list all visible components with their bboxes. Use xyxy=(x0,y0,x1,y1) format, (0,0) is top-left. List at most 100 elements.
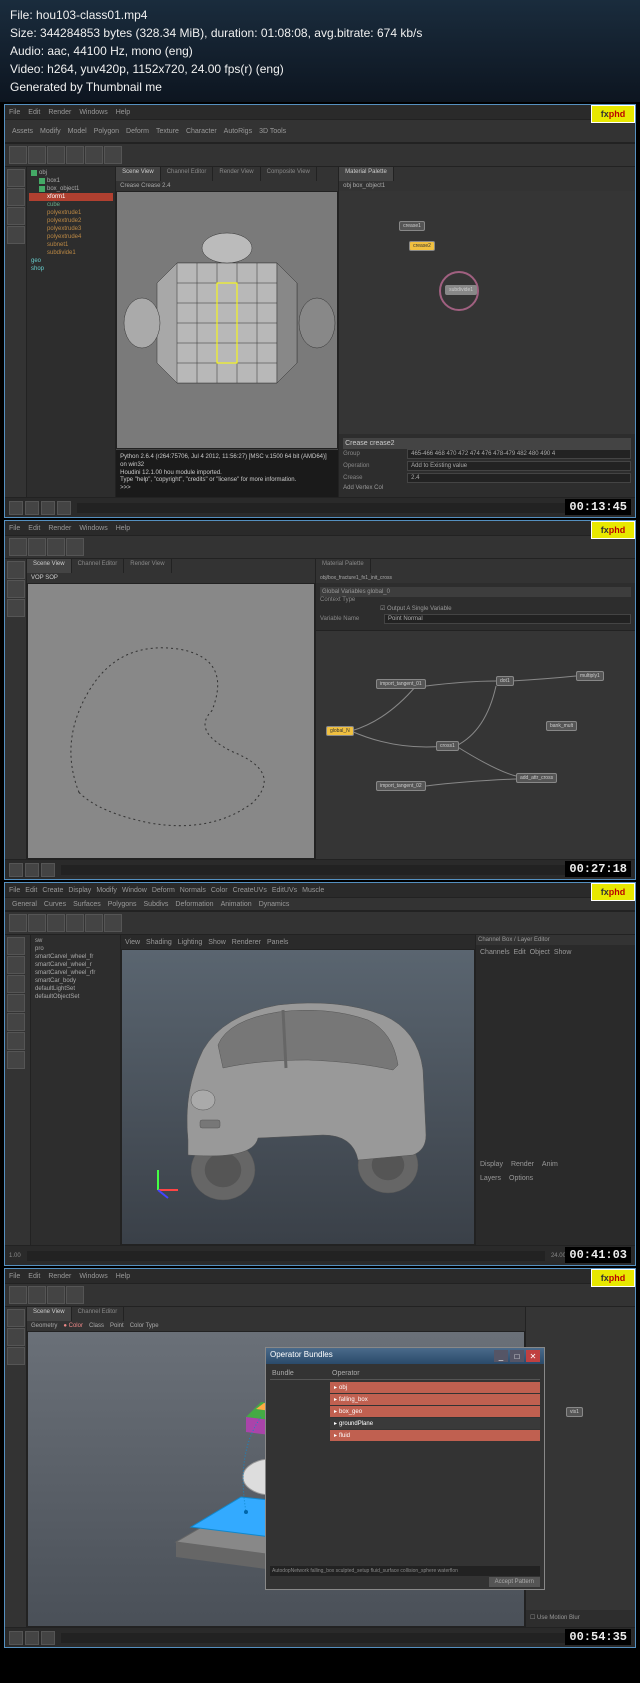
timestamp: 00:41:03 xyxy=(565,1247,631,1263)
node[interactable]: import_tangent_02 xyxy=(376,781,426,791)
node-selected[interactable]: crease2 xyxy=(409,241,435,251)
node[interactable]: dot1 xyxy=(496,676,514,686)
fxphd-logo: fxphd xyxy=(591,883,635,901)
crease-input[interactable]: 2.4 xyxy=(407,473,631,483)
node[interactable]: cross1 xyxy=(436,741,459,751)
node[interactable]: add_attr_cross xyxy=(516,773,557,783)
breadcrumb[interactable]: obj/box_fracture1_fx1_init_cross xyxy=(316,573,635,583)
tree-item: box_object1 xyxy=(29,185,113,193)
screenshot-3: fxphd FileEditCreateDisplayModifyWindowD… xyxy=(4,882,636,1266)
left-toolbar[interactable] xyxy=(5,1307,27,1627)
scene-tree[interactable]: obj box1 box_object1 xform1 cube polyext… xyxy=(27,167,116,497)
maya-shelf-tabs[interactable]: GeneralCurvesSurfacesPolygonsSubdivsDefo… xyxy=(5,897,635,911)
shelf-icons[interactable] xyxy=(5,143,635,167)
tab-composite[interactable]: Composite View xyxy=(261,167,317,181)
outliner-item: smartCarvel_wheel_r xyxy=(33,961,118,969)
tree-item-selected: xform1 xyxy=(29,193,113,201)
play-prev-icon[interactable] xyxy=(25,501,39,515)
play-first-icon[interactable] xyxy=(9,501,23,515)
maya-menubar[interactable]: FileEditCreateDisplayModifyWindowDeformN… xyxy=(5,883,635,897)
menu-help[interactable]: Help xyxy=(116,109,130,116)
select-icon[interactable] xyxy=(7,169,25,187)
geometry-tab[interactable]: Geometry xyxy=(31,1323,57,1329)
tree-item: obj xyxy=(29,169,113,177)
menu-edit[interactable]: Edit xyxy=(28,109,40,116)
group-input[interactable]: 465-466 468 470 472 474 476 478-479 482 … xyxy=(407,449,631,459)
bundle-item: ▸groundPlane xyxy=(330,1418,540,1429)
maya-timeline[interactable]: 1.00 24.00 48.00 xyxy=(5,1245,635,1265)
python-console[interactable]: Python 2.6.4 (r264:75706, Jul 4 2012, 11… xyxy=(116,449,338,497)
3d-viewport[interactable] xyxy=(27,583,315,859)
tree-item: polyextrude1 xyxy=(29,209,113,217)
accept-button[interactable]: Accept Pattern xyxy=(489,1577,540,1587)
close-icon[interactable]: ✕ xyxy=(526,1350,540,1362)
node[interactable]: bank_mult xyxy=(546,721,577,731)
node[interactable]: subdivide1 xyxy=(445,285,477,295)
timeline-slider[interactable] xyxy=(77,503,615,513)
maya-shelf[interactable] xyxy=(5,911,635,935)
menu-render[interactable]: Render xyxy=(48,109,71,116)
node[interactable]: crease1 xyxy=(399,221,425,231)
bundle-item: ▸box_geo xyxy=(330,1406,540,1417)
scale-icon[interactable] xyxy=(7,226,25,244)
timeline[interactable]: 240 xyxy=(5,497,635,517)
channel-box-title: Channel Box / Layer Editor xyxy=(476,935,635,945)
tree-item: subnet1 xyxy=(29,241,113,249)
tool-icon[interactable] xyxy=(66,146,84,164)
tree-item: box1 xyxy=(29,177,113,185)
rotate-icon[interactable] xyxy=(7,207,25,225)
outliner-item: smartCar_body xyxy=(33,977,118,985)
maximize-icon[interactable]: □ xyxy=(510,1350,524,1362)
3d-viewport[interactable] xyxy=(116,191,338,449)
menu-file[interactable]: File xyxy=(9,109,20,116)
maya-outliner[interactable]: sw pro smartCarvel_wheel_fr smartCarvel_… xyxy=(31,935,121,1245)
tool-icon[interactable] xyxy=(9,146,27,164)
fxphd-logo: fxphd xyxy=(591,105,635,123)
left-toolbar[interactable] xyxy=(5,559,27,859)
tool-icon[interactable] xyxy=(28,146,46,164)
tree-item: polyextrude4 xyxy=(29,233,113,241)
node-graph[interactable]: crease1 crease2 subdivide1 xyxy=(339,191,635,434)
timeline[interactable]: 240 xyxy=(5,1627,635,1647)
play-icon[interactable] xyxy=(41,501,55,515)
operator-bundles-dialog[interactable]: Operator Bundles _□✕ BundleOperator ▸obj… xyxy=(265,1347,545,1590)
menu-bar[interactable]: FileEditRenderWindowsHelp xyxy=(5,521,635,535)
viewport-tabs: Scene View Channel Editor Render View Co… xyxy=(116,167,338,181)
bundle-item: ▸fluid xyxy=(330,1430,540,1441)
bundle-item: ▸obj xyxy=(330,1382,540,1393)
props-title: Crease crease2 xyxy=(343,438,631,449)
vop-graph[interactable]: global_N import_tangent_01 import_tangen… xyxy=(316,631,635,859)
shelf[interactable] xyxy=(5,1283,635,1307)
outliner-item: pro xyxy=(33,945,118,953)
tool-icon[interactable] xyxy=(104,146,122,164)
menu-bar[interactable]: FileEditRenderWindowsHelp xyxy=(5,1269,635,1283)
node[interactable]: global_N xyxy=(326,726,354,736)
tab-channel[interactable]: Channel Editor xyxy=(161,167,214,181)
tool-icon[interactable] xyxy=(85,146,103,164)
play-next-icon[interactable] xyxy=(57,501,71,515)
shelf-toolbar[interactable]: Assets Modify Model Polygon Deform Textu… xyxy=(5,119,635,143)
left-toolbar[interactable] xyxy=(5,167,27,497)
tab-render[interactable]: Render View xyxy=(213,167,260,181)
breadcrumb[interactable]: obj box_object1 xyxy=(339,181,635,191)
move-icon[interactable] xyxy=(7,188,25,206)
tree-item: subdivide1 xyxy=(29,249,113,257)
node[interactable]: multiply1 xyxy=(576,671,604,681)
menu-bar[interactable]: File Edit Render Windows Help Auto Takes xyxy=(5,105,635,119)
operation-select[interactable]: Add to Existing value xyxy=(407,461,631,471)
minimize-icon[interactable]: _ xyxy=(494,1350,508,1362)
maya-toolbox[interactable] xyxy=(5,935,31,1245)
node[interactable]: vis1 xyxy=(566,1407,583,1417)
cmd-line[interactable]: AutodopNetwork falling_box sculpted_setu… xyxy=(270,1566,540,1576)
menu-windows[interactable]: Windows xyxy=(79,109,107,116)
file-info-header: File: hou103-class01.mp4 Size: 344284853… xyxy=(0,0,640,102)
node[interactable]: import_tangent_01 xyxy=(376,679,426,689)
tab-scene[interactable]: Scene View xyxy=(116,167,161,181)
outliner-item: defaultObjectSet xyxy=(33,993,118,1001)
shelf[interactable] xyxy=(5,535,635,559)
tool-icon[interactable] xyxy=(47,146,65,164)
maya-viewport[interactable] xyxy=(121,949,475,1245)
timeline[interactable]: 240 xyxy=(5,859,635,879)
properties-panel: Crease crease2 Group465-466 468 470 472 … xyxy=(339,434,635,497)
timestamp: 00:13:45 xyxy=(565,499,631,515)
